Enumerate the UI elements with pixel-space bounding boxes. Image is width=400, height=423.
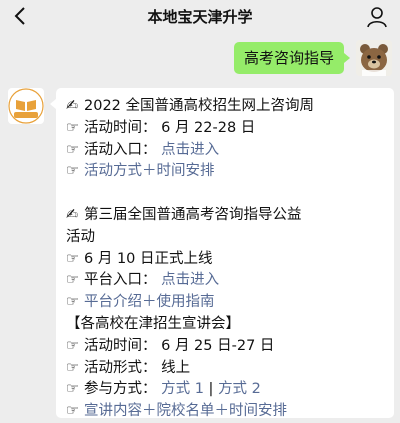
join-method-2-link[interactable]: 方式 2: [218, 381, 261, 397]
time-value: 6 月 22-28 日: [161, 119, 256, 136]
section-2-online-line: ☞ 6 月 10 日正式上线: [66, 249, 386, 271]
section-3-title: 【各高校在津招生宣讲会】: [66, 315, 240, 332]
navigation-bar: 本地宝天津升学: [0, 0, 400, 34]
section-3-time-line: ☞ 活动时间： 6 月 25 日-27 日: [66, 336, 386, 358]
writing-hand-icon: ✍: [66, 206, 79, 223]
join-method-1-link[interactable]: 方式 1: [161, 381, 204, 397]
time-label: 活动时间：: [84, 337, 157, 354]
section-3-content-line: ☞ 宣讲内容＋院校名单＋时间安排: [66, 401, 386, 423]
section-2-entry-line: ☞ 平台入口： 点击进入: [66, 270, 386, 292]
pointing-hand-icon: ☞: [66, 163, 79, 180]
pointing-hand-icon: ☞: [66, 294, 79, 311]
pointing-hand-icon: ☞: [66, 403, 79, 420]
section-2-title-line-2: 活动: [66, 228, 95, 245]
time-label: 活动时间：: [84, 119, 157, 136]
section-3-content-link[interactable]: 宣讲内容＋院校名单＋时间安排: [84, 403, 287, 419]
form-label: 活动形式：: [84, 359, 157, 376]
time-value: 6 月 25 日-27 日: [161, 337, 275, 354]
section-1-method-line: ☞ 活动方式＋时间安排: [66, 161, 386, 183]
official-account-avatar[interactable]: [8, 88, 44, 124]
chat-title: 本地宝天津升学: [147, 8, 253, 26]
section-2-intro-link[interactable]: 平台介绍＋使用指南: [84, 294, 215, 310]
join-label: 参与方式：: [84, 381, 157, 398]
pointing-hand-icon: ☞: [66, 250, 79, 267]
section-1-title: 2022 全国普通高校招生网上咨询周: [84, 98, 315, 114]
section-2-intro-line: ☞ 平台介绍＋使用指南: [66, 292, 386, 314]
outgoing-message-row: 高考咨询指导: [0, 40, 392, 84]
form-value: 线上: [161, 359, 191, 376]
pointing-hand-icon: ☞: [66, 359, 79, 376]
section-3-join-line: ☞ 参与方式： 方式 1 | 方式 2: [66, 379, 386, 401]
join-separator: |: [203, 381, 219, 398]
pointing-hand-icon: ☞: [66, 119, 79, 136]
book-logo-icon: [8, 88, 44, 124]
section-2-entry-link[interactable]: 点击进入: [161, 272, 219, 288]
online-date: 6 月 10 日正式上线: [84, 250, 213, 267]
section-2-title: 第三届全国普通高考咨询指导公益: [84, 206, 302, 223]
outgoing-message-bubble[interactable]: 高考咨询指导: [233, 42, 351, 74]
pointing-hand-icon: ☞: [66, 141, 79, 158]
section-2-title-line: ✍ 第三届全国普通高考咨询指导公益: [66, 205, 386, 227]
section-1-time-line: ☞ 活动时间： 6 月 22-28 日: [66, 118, 386, 140]
profile-button[interactable]: [364, 5, 390, 29]
section-1-entry-link[interactable]: 点击进入: [161, 142, 219, 158]
bear-avatar-icon: [356, 40, 392, 76]
person-icon: [367, 7, 387, 28]
section-1-method-link[interactable]: 活动方式＋时间安排: [84, 163, 215, 179]
pointing-hand-icon: ☞: [66, 337, 79, 354]
entry-label: 活动入口：: [84, 141, 157, 158]
pointing-hand-icon: ☞: [66, 272, 79, 289]
section-1-title-line: ✍ 2022 全国普通高校招生网上咨询周: [66, 96, 386, 118]
entry-label: 平台入口：: [84, 272, 157, 289]
my-avatar[interactable]: [356, 40, 392, 76]
pointing-hand-icon: ☞: [66, 381, 79, 398]
incoming-message-bubble: ✍ 2022 全国普通高校招生网上咨询周 ☞ 活动时间： 6 月 22-28 日 ☞…: [50, 88, 394, 419]
writing-hand-icon: ✍: [66, 98, 79, 114]
section-1-entry-line: ☞ 活动入口： 点击进入: [66, 140, 386, 162]
section-3-form-line: ☞ 活动形式： 线上: [66, 358, 386, 380]
